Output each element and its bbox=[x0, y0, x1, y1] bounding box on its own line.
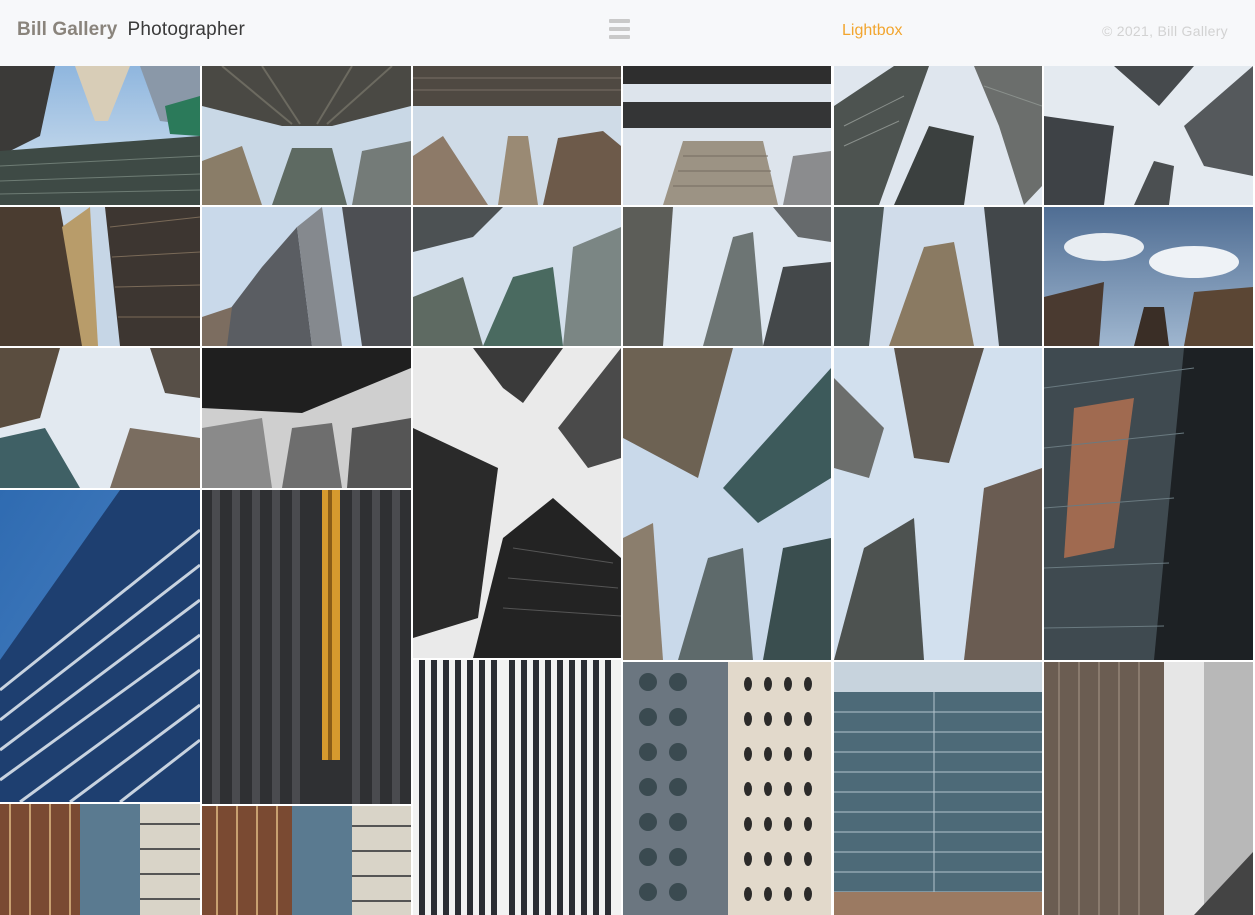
gallery-photo[interactable] bbox=[202, 490, 411, 804]
gallery-photo[interactable] bbox=[623, 662, 831, 915]
gallery-photo[interactable] bbox=[413, 66, 621, 205]
gallery-photo[interactable] bbox=[0, 348, 200, 488]
brand-name[interactable]: Bill Gallery bbox=[17, 19, 117, 41]
gallery-photo[interactable] bbox=[834, 662, 1042, 915]
gallery-photo[interactable] bbox=[202, 66, 411, 205]
gallery-photo[interactable] bbox=[413, 348, 621, 658]
gallery-photo[interactable] bbox=[413, 660, 621, 915]
gallery-photo[interactable] bbox=[0, 207, 200, 346]
gallery-photo[interactable] bbox=[834, 207, 1042, 346]
gallery-photo[interactable] bbox=[1044, 207, 1253, 346]
gallery-photo[interactable] bbox=[834, 348, 1042, 660]
photo-gallery bbox=[0, 66, 1255, 915]
gallery-photo[interactable] bbox=[202, 806, 411, 915]
gallery-photo[interactable] bbox=[1044, 662, 1253, 915]
gallery-photo[interactable] bbox=[413, 207, 621, 346]
gallery-photo[interactable] bbox=[1044, 348, 1253, 660]
gallery-photo[interactable] bbox=[623, 66, 831, 205]
hamburger-menu-icon[interactable] bbox=[609, 19, 630, 39]
site-header: Bill Gallery Photographer Lightbox © 202… bbox=[0, 0, 1255, 66]
gallery-photo[interactable] bbox=[0, 66, 200, 205]
gallery-photo[interactable] bbox=[202, 207, 411, 346]
gallery-photo[interactable] bbox=[1044, 66, 1253, 205]
brand-subtitle: Photographer bbox=[127, 19, 246, 40]
copyright-text: © 2021, Bill Gallery bbox=[1101, 23, 1228, 39]
gallery-photo[interactable] bbox=[0, 490, 200, 802]
gallery-photo[interactable] bbox=[834, 66, 1042, 205]
lightbox-link[interactable]: Lightbox bbox=[842, 22, 903, 40]
gallery-photo[interactable] bbox=[0, 804, 200, 915]
gallery-photo[interactable] bbox=[623, 348, 831, 660]
gallery-photo[interactable] bbox=[202, 348, 411, 488]
gallery-photo[interactable] bbox=[623, 207, 831, 346]
site-brand[interactable]: Bill Gallery Photographer bbox=[17, 19, 245, 41]
